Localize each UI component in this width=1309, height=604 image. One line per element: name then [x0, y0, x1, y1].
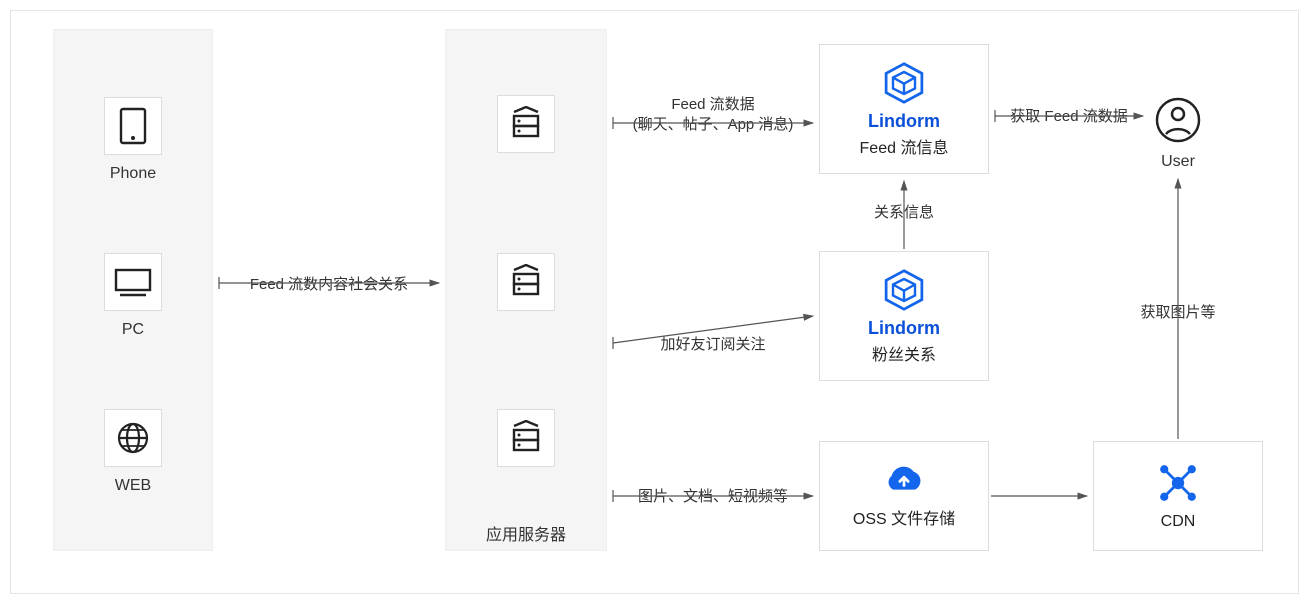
cdn-node: CDN: [1093, 441, 1263, 551]
oss-label: OSS 文件存储: [853, 505, 955, 529]
app-server-label: 应用服务器: [426, 521, 626, 545]
phone-label: Phone: [33, 165, 233, 183]
edge-clients-to-app: Feed 流数内容社会关系: [250, 273, 408, 294]
cdn-icon: [1156, 461, 1200, 505]
lindorm-feed-node: Lindorm Feed 流信息: [819, 44, 989, 174]
lindorm-icon: [882, 268, 926, 312]
lindorm-fans-node: Lindorm 粉丝关系: [819, 251, 989, 381]
lindorm-fans-title: Lindorm: [868, 318, 940, 339]
cloud-upload-icon: [882, 463, 926, 497]
edge-app-to-feed-l2: (聊天、帖子、App 消息): [633, 113, 794, 134]
diagram-canvas: Phone PC WEB: [10, 10, 1299, 594]
server-node-1: [497, 95, 555, 153]
pc-label: PC: [33, 321, 233, 339]
web-label: WEB: [33, 477, 233, 495]
globe-icon: [115, 420, 151, 456]
cdn-label: CDN: [1161, 513, 1196, 531]
server-node-2: [497, 253, 555, 311]
oss-node: OSS 文件存储: [819, 441, 989, 551]
pc-icon: [114, 267, 152, 297]
edge-fans-to-feed: 关系信息: [874, 201, 934, 222]
phone-node: [104, 97, 162, 155]
server-node-3: [497, 409, 555, 467]
web-node: [104, 409, 162, 467]
lindorm-icon: [882, 61, 926, 105]
edge-app-to-oss: 图片、文档、短视频等: [638, 485, 788, 506]
lindorm-fans-subtitle: 粉丝关系: [872, 341, 936, 365]
server-icon: [508, 106, 544, 142]
user-label: User: [1078, 153, 1278, 171]
lindorm-feed-subtitle: Feed 流信息: [860, 134, 949, 158]
user-node: [1149, 91, 1207, 149]
edge-feed-to-user: 获取 Feed 流数据: [1010, 105, 1128, 126]
lindorm-feed-title: Lindorm: [868, 111, 940, 132]
edge-app-to-fans: 加好友订阅关注: [660, 333, 765, 354]
edge-cdn-to-user: 获取图片等: [1140, 301, 1215, 322]
pc-node: [104, 253, 162, 311]
edge-app-to-feed-l1: Feed 流数据: [671, 93, 754, 114]
server-icon: [508, 420, 544, 456]
user-icon: [1154, 96, 1202, 144]
server-icon: [508, 264, 544, 300]
phone-icon: [119, 107, 147, 145]
